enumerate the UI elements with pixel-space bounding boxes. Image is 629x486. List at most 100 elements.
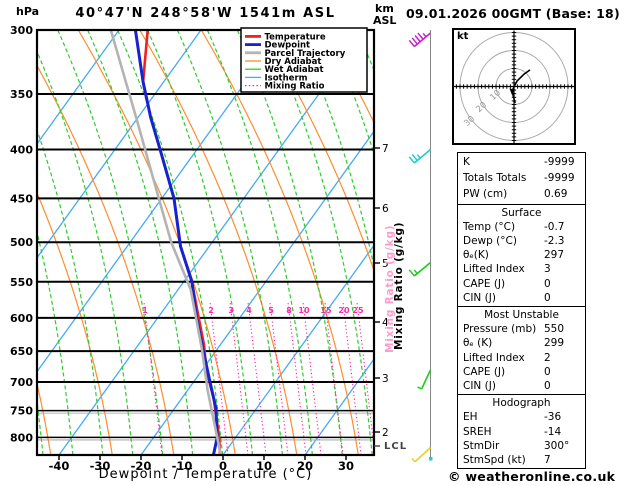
table-row: StmSpd (kt) 7 xyxy=(458,453,585,467)
run-datetime-label: 09.01.2026 00GMT (Base: 18) xyxy=(406,6,620,21)
table-row-value: -9999 xyxy=(544,156,575,168)
pressure-tick-label: 600 xyxy=(10,312,33,325)
table-row-value: 0 xyxy=(544,291,551,304)
hodograph: 102030 xyxy=(452,28,576,145)
wind-barb-half-tick xyxy=(413,269,418,275)
table-row-value: 299 xyxy=(544,337,565,350)
table-section-header: Surface xyxy=(501,206,542,219)
mixing-ratio-value-label: 20 xyxy=(338,306,350,315)
table-row-label: K xyxy=(463,156,470,168)
lcl-marker-label: LCL xyxy=(384,441,408,452)
table-row: Lifted Index 2 xyxy=(458,351,585,365)
pressure-tick-label: 450 xyxy=(10,192,33,205)
pressure-tick-label: 300 xyxy=(10,24,33,37)
table-row: CIN (J) 0 xyxy=(458,379,585,393)
wind-barb-full-tick xyxy=(411,153,418,162)
mixing-ratio-line xyxy=(342,301,362,455)
table-row: EH -36 xyxy=(458,410,585,424)
table-row-value: 300° xyxy=(544,439,570,452)
table-row-label: Lifted Index xyxy=(463,263,525,276)
mixing-ratio-line xyxy=(269,301,289,455)
altitude-km-tick-label: 2 xyxy=(382,427,389,439)
table-row: PW (cm) 0.69 xyxy=(458,186,585,202)
table-row: Lifted Index 3 xyxy=(458,262,585,276)
table-row-label: CIN (J) xyxy=(463,291,496,304)
table-row-value: -0.7 xyxy=(544,220,565,233)
hodograph-unit-label: kt xyxy=(457,31,469,42)
table-section-hodograph: Hodograph EH -36 SREH -14 StmDir 300° StmSpd (k… xyxy=(458,394,585,468)
table-row-value: -36 xyxy=(544,411,562,424)
table-row-value: 550 xyxy=(544,323,565,336)
table-row-label: Lifted Index xyxy=(463,351,525,364)
table-row-value: 3 xyxy=(544,263,551,276)
altitude-unit-asl-label: ASL xyxy=(373,14,397,27)
pressure-tick-label: 550 xyxy=(10,276,33,289)
temperature-axis-label: Dewpoint / Temperature (°C) xyxy=(98,467,313,482)
mixing-ratio-value-label: 4 xyxy=(246,306,252,315)
pressure-tick-label: 500 xyxy=(10,236,33,249)
skewt-sounding-page: 1 2 3 4 5 8 10 15 20 25 300 350 400 450 500 550 600 650 70… xyxy=(0,0,629,486)
table-row-label: CIN (J) xyxy=(463,380,496,393)
pressure-tick-label: 650 xyxy=(10,345,33,358)
altitude-km-tick-label: 6 xyxy=(382,203,389,215)
mixing-ratio-axis-label: Mixing Ratio (g/kg) xyxy=(393,221,405,350)
pressure-tick-label: 700 xyxy=(10,376,33,389)
table-section-surface: Surface Temp (°C) -0.7 Dewp (°C) -2.3 θₑ(K) 29… xyxy=(458,203,585,306)
pressure-tick-label: 350 xyxy=(10,88,33,101)
table-row-value: 0 xyxy=(544,380,551,393)
mixing-ratio-value-label: 3 xyxy=(228,306,234,315)
altitude-km-tick-label: 7 xyxy=(382,143,389,155)
wind-barb xyxy=(408,32,432,48)
mixing-ratio-line xyxy=(287,301,307,455)
mixing-ratio-value-label: 15 xyxy=(320,306,332,315)
table-row: Pressure (mb) 550 xyxy=(458,322,585,336)
wind-barb-column xyxy=(408,30,433,463)
wind-barb-staff xyxy=(413,261,432,277)
table-row-label: θₑ(K) xyxy=(463,249,489,262)
table-section-most-unstable: Most Unstable Pressure (mb) 550 θₑ (K) 299 Li… xyxy=(458,306,585,394)
sounding-indices-table: K -9999 Totals Totals -9999 PW (cm) 0.69 Surfa… xyxy=(457,152,586,470)
table-row-label: StmSpd (kt) xyxy=(463,454,526,467)
mixing-ratio-value-label: 1 xyxy=(142,306,148,315)
wind-barb-half-tick xyxy=(411,457,416,463)
table-row-value: 0.69 xyxy=(544,188,568,201)
table-row-value: 7 xyxy=(544,454,551,467)
wind-barb-half-tick xyxy=(422,32,427,38)
table-row: StmDir 300° xyxy=(458,439,585,453)
table-row-value: -2.3 xyxy=(544,235,565,248)
table-row: Dewp (°C) -2.3 xyxy=(458,234,585,248)
wind-barb-full-tick xyxy=(411,37,418,45)
table-row: SREH -14 xyxy=(458,425,585,439)
surface-wind-marker xyxy=(429,457,433,461)
table-section-indices: K -9999 Totals Totals -9999 PW (cm) 0.69 xyxy=(458,153,585,204)
table-row-label: CAPE (J) xyxy=(463,365,506,378)
wind-barb-half-tick xyxy=(416,154,421,159)
table-row-value: 2 xyxy=(544,351,551,364)
pressure-tick-label: 800 xyxy=(10,431,33,444)
table-row: Temp (°C) -0.7 xyxy=(458,220,585,234)
wind-barb xyxy=(408,261,432,277)
table-row-value: -14 xyxy=(544,425,562,438)
table-row: Totals Totals -9999 xyxy=(458,170,585,186)
table-row-value: 0 xyxy=(544,277,551,290)
table-row-label: θₑ (K) xyxy=(463,337,493,350)
wind-barb-staff xyxy=(413,148,432,164)
mixing-ratio-value-label: 8 xyxy=(286,306,292,315)
table-section-header: Hodograph xyxy=(492,397,551,410)
altitude-km-tick-label: 3 xyxy=(382,373,389,385)
table-row: CAPE (J) 0 xyxy=(458,365,585,379)
table-row-label: Pressure (mb) xyxy=(463,323,537,336)
wind-barb-full-tick xyxy=(408,156,415,164)
table-row: CAPE (J) 0 xyxy=(458,277,585,291)
mixing-ratio-line xyxy=(324,301,344,455)
table-row-label: Dewp (°C) xyxy=(463,235,517,248)
table-row: θₑ (K) 299 xyxy=(458,336,585,350)
mixing-ratio-value-label: 10 xyxy=(298,306,310,315)
table-row-label: EH xyxy=(463,411,478,424)
wind-barb-half-tick xyxy=(417,386,422,390)
table-row: θₑ(K) 297 xyxy=(458,248,585,262)
pressure-tick-label: 750 xyxy=(10,405,33,418)
wind-barb-full-tick xyxy=(417,32,424,40)
wind-barb-full-tick xyxy=(408,39,415,47)
copyright-notice: © weatheronline.co.uk xyxy=(448,469,616,484)
